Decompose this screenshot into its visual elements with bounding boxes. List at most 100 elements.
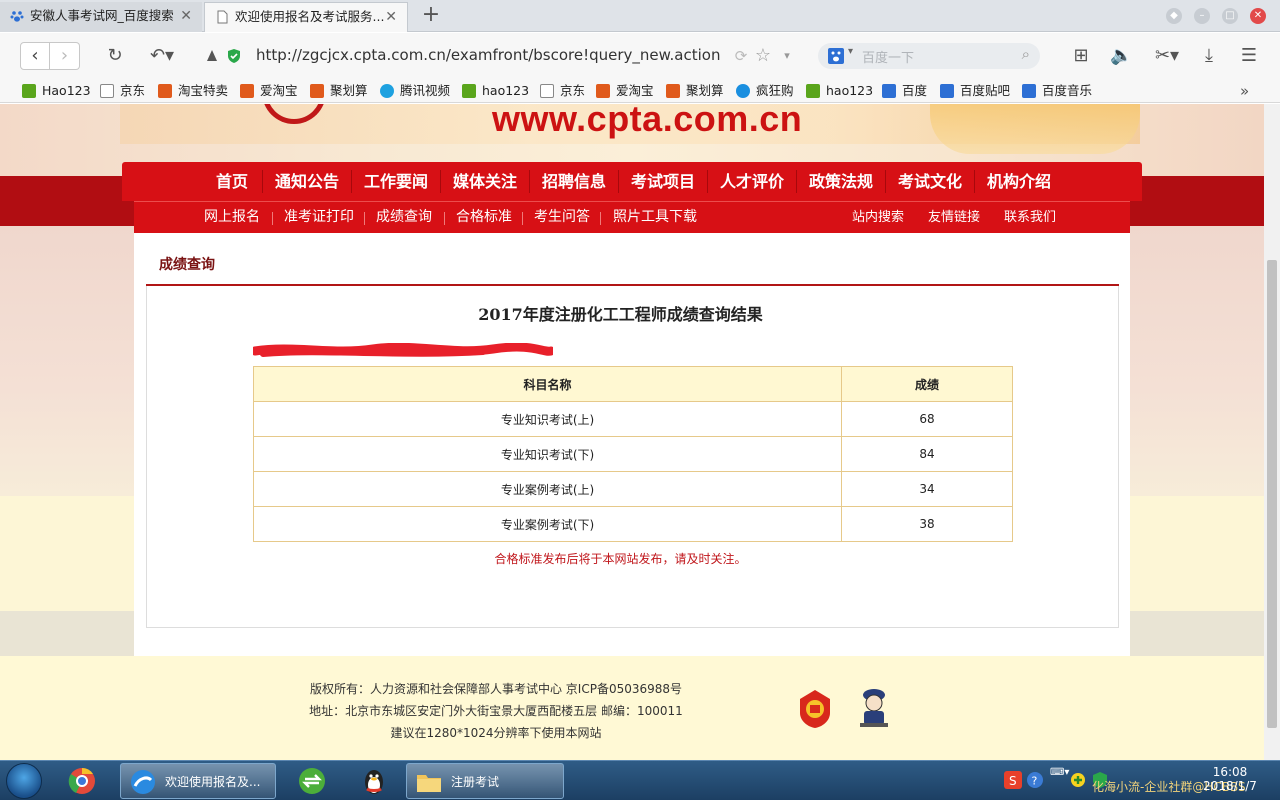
address-bar[interactable]: http://zgcjcx.cpta.com.cn/examfront/bsco… <box>196 42 796 70</box>
site-info-icon[interactable] <box>204 48 220 64</box>
close-tab-icon[interactable]: ✕ <box>385 3 397 31</box>
skin-icon[interactable]: ◆ <box>1166 8 1182 24</box>
subject-cell: 专业知识考试(上) <box>253 401 842 437</box>
subject-cell: 专业知识考试(下) <box>253 436 842 472</box>
bookmark-hao123-3[interactable]: hao123 <box>806 82 873 100</box>
start-button[interactable] <box>6 763 42 799</box>
nav-policy[interactable]: 政策法规 <box>797 162 885 201</box>
hao123-icon <box>22 84 36 98</box>
bookmark-jd-2[interactable]: 京东 <box>540 82 585 100</box>
score-cell: 34 <box>841 471 1013 507</box>
nav-work-news[interactable]: 工作要闻 <box>352 162 440 201</box>
clock-time: 16:08 <box>1212 765 1248 779</box>
scissors-icon[interactable]: ✂▾ <box>1150 45 1184 67</box>
subnav-admission-print[interactable]: 准考证打印 <box>284 202 354 233</box>
green-plus-icon[interactable] <box>1070 772 1086 788</box>
bookmark-jd[interactable]: 京东 <box>100 82 145 100</box>
subnav-faq[interactable]: 考生问答 <box>534 202 590 233</box>
close-tab-icon[interactable]: ✕ <box>180 2 192 30</box>
task-browser-window[interactable]: 欢迎使用报名及... <box>120 763 276 799</box>
system-clock[interactable]: 16:08 2018/1/7 <box>1200 765 1260 793</box>
sogou-input-icon[interactable]: S <box>1004 771 1022 789</box>
scrollbar-thumb[interactable] <box>1267 260 1277 728</box>
side-bg-left-bottom <box>0 611 134 656</box>
bookmark-hao123-2[interactable]: hao123 <box>462 82 529 100</box>
nav-recruitment[interactable]: 招聘信息 <box>530 162 618 201</box>
search-box[interactable]: ▾ 百度一下 ⌕ <box>818 43 1040 69</box>
bookmark-baidu[interactable]: 百度 <box>882 82 927 100</box>
bookmark-fengkuanggou[interactable]: 疯狂购 <box>736 82 794 100</box>
undo-icon[interactable]: ↶▾ <box>144 45 180 67</box>
bookmark-juhuasuan[interactable]: 聚划算 <box>310 82 368 100</box>
nav-notices[interactable]: 通知公告 <box>263 162 351 201</box>
bookmark-taobao-sale[interactable]: 淘宝特卖 <box>158 82 228 100</box>
green-arrows-icon[interactable] <box>296 765 328 797</box>
bookmark-ai-taobao[interactable]: 爱淘宝 <box>240 82 298 100</box>
keyboard-layout-icon[interactable]: ⌨▾ <box>1050 767 1069 778</box>
speaker-icon[interactable]: 🔈 <box>1110 45 1132 67</box>
bookmark-baidu-music[interactable]: 百度音乐 <box>1022 82 1092 100</box>
engine-dropdown-icon[interactable]: ▾ <box>848 46 853 57</box>
shopping-icon <box>736 84 750 98</box>
tab-baidu-search[interactable]: 安徽人事考试网_百度搜索 ✕ <box>0 2 202 32</box>
tab-score-query[interactable]: 欢迎使用报名及考试服务... ✕ <box>204 2 408 32</box>
bookmark-juhuasuan-2[interactable]: 聚划算 <box>666 82 724 100</box>
sub-nav: 网上报名 准考证打印 成绩查询 合格标准 考生问答 照片工具下载 站内搜索 友情… <box>134 201 1130 233</box>
maximize-button[interactable]: □ <box>1222 8 1238 24</box>
close-window-button[interactable]: ✕ <box>1250 8 1266 24</box>
subnav-site-search[interactable]: 站内搜索 <box>852 202 904 233</box>
task-label: 欢迎使用报名及... <box>165 775 261 789</box>
new-tab-button[interactable]: + <box>416 4 446 28</box>
vertical-scrollbar[interactable] <box>1264 104 1280 760</box>
download-icon[interactable]: ⤓ <box>1198 45 1220 67</box>
nav-exam-culture[interactable]: 考试文化 <box>886 162 974 201</box>
chrome-like-icon[interactable] <box>66 765 98 797</box>
nav-talent-eval[interactable]: 人才评价 <box>708 162 796 201</box>
footer-copyright: 版权所有：人力资源和社会保障部人事考试中心 京ICP备05036988号 <box>309 682 683 696</box>
favorite-star-icon[interactable]: ☆ <box>752 45 774 67</box>
nav-home[interactable]: 首页 <box>202 162 262 201</box>
bookmark-baidu-tieba[interactable]: 百度贴吧 <box>940 82 1010 100</box>
side-band-right <box>1130 176 1264 226</box>
clock-date: 2018/1/7 <box>1203 779 1257 793</box>
refresh-icon[interactable]: ↻ <box>104 45 126 67</box>
compat-mode-icon[interactable]: ⟳ <box>730 45 752 67</box>
task-folder-window[interactable]: 注册考试 <box>406 763 564 799</box>
help-icon[interactable]: ? <box>1026 771 1044 789</box>
side-band-left <box>0 176 134 226</box>
nav-exam-projects[interactable]: 考试项目 <box>619 162 707 201</box>
bookmark-hao123[interactable]: Hao123 <box>22 82 91 100</box>
table-row: 专业案例考试(下) 38 <box>253 506 1013 542</box>
menu-icon[interactable]: ☰ <box>1238 45 1260 67</box>
banner-site-url: www.cpta.com.cn <box>492 104 803 139</box>
search-icon[interactable]: ⌕ <box>1022 45 1030 63</box>
nav-about[interactable]: 机构介绍 <box>975 162 1063 201</box>
taobao-icon <box>158 84 172 98</box>
emblem-badge-icon[interactable] <box>798 689 832 729</box>
back-button[interactable]: ‹ <box>20 42 50 70</box>
subject-cell: 专业案例考试(上) <box>253 471 842 507</box>
main-nav: 首页 通知公告 工作要闻 媒体关注 招聘信息 考试项目 人才评价 政策法规 考试… <box>122 162 1142 201</box>
nav-media[interactable]: 媒体关注 <box>441 162 529 201</box>
svg-text:S: S <box>1009 774 1017 788</box>
forward-button[interactable]: › <box>50 42 80 70</box>
result-title: 2017年度注册化工工程师成绩查询结果 <box>478 305 763 324</box>
subnav-friend-links[interactable]: 友情链接 <box>928 202 980 233</box>
baidu-paw-icon <box>828 48 844 64</box>
apps-grid-icon[interactable]: ⊞ <box>1070 45 1092 67</box>
subnav-pass-standard[interactable]: 合格标准 <box>456 202 512 233</box>
subnav-contact[interactable]: 联系我们 <box>1004 202 1056 233</box>
minimize-button[interactable]: – <box>1194 8 1210 24</box>
bookmark-tencent-video[interactable]: 腾讯视频 <box>380 82 450 100</box>
bookmark-ai-taobao-2[interactable]: 爱淘宝 <box>596 82 654 100</box>
cyber-police-icon[interactable] <box>856 687 892 729</box>
subnav-online-registration[interactable]: 网上报名 <box>204 202 260 233</box>
subnav-photo-tool[interactable]: 照片工具下载 <box>613 202 697 233</box>
subnav-score-query[interactable]: 成绩查询 <box>376 202 432 233</box>
qq-penguin-icon[interactable] <box>358 765 390 797</box>
taobao-icon <box>666 84 680 98</box>
more-bookmarks-icon[interactable]: » <box>1240 82 1249 100</box>
taobao-icon <box>310 84 324 98</box>
dropdown-icon[interactable]: ▾ <box>776 45 798 67</box>
navigation-bar: ‹ › ↻ ↶▾ http://zgcjcx.cpta.com.cn/examf… <box>0 33 1280 79</box>
